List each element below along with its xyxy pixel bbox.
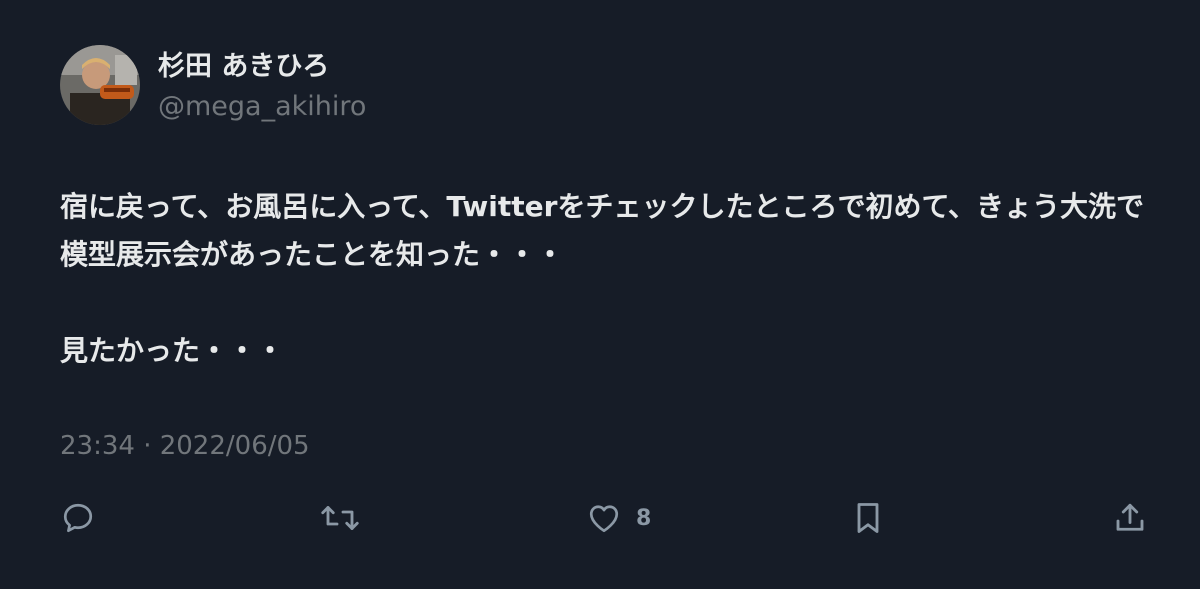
- avatar-image: [60, 45, 140, 125]
- reply-button[interactable]: [60, 496, 96, 540]
- like-button[interactable]: 8: [586, 496, 651, 540]
- bookmark-icon: [857, 503, 879, 533]
- tweet-text: 宿に戻って、お風呂に入って、Twitterをチェックしたところで初めて、きょう大…: [60, 183, 1170, 375]
- avatar[interactable]: [60, 45, 140, 125]
- share-button[interactable]: [1112, 496, 1148, 540]
- tweet-card: 杉田 あきひろ @mega_akihiro 宿に戻って、お風呂に入って、Twit…: [0, 0, 1200, 589]
- share-icon: [1116, 503, 1144, 531]
- reply-icon: [63, 503, 93, 533]
- author-display-name[interactable]: 杉田 あきひろ: [158, 50, 329, 84]
- author-handle[interactable]: @mega_akihiro: [158, 90, 366, 124]
- bookmark-button[interactable]: [852, 496, 884, 540]
- tweet-text-paragraph: 宿に戻って、お風呂に入って、Twitterをチェックしたところで初めて、きょう大…: [60, 190, 1145, 271]
- like-count: 8: [636, 505, 652, 531]
- tweet-text-paragraph: 見たかった・・・: [60, 334, 285, 367]
- retweet-button[interactable]: [320, 496, 360, 540]
- tweet-timestamp[interactable]: 23:34 · 2022/06/05: [60, 428, 310, 464]
- heart-icon: [589, 505, 619, 533]
- retweet-icon: [321, 506, 359, 530]
- action-bar: 8: [0, 496, 1200, 540]
